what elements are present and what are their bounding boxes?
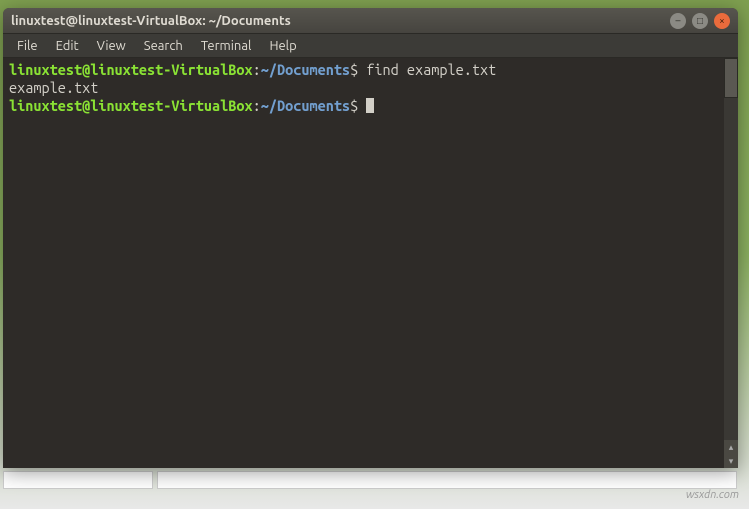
- window-title: linuxtest@linuxtest-VirtualBox: ~/Docume…: [11, 14, 670, 28]
- scrollbar-track[interactable]: [724, 98, 738, 440]
- menu-help[interactable]: Help: [261, 37, 304, 55]
- menu-search[interactable]: Search: [136, 37, 191, 55]
- watermark: wsxdn.com: [686, 489, 739, 501]
- menu-file[interactable]: File: [9, 37, 46, 55]
- minimize-button[interactable]: –: [670, 13, 686, 29]
- menu-view[interactable]: View: [89, 37, 134, 55]
- terminal-area[interactable]: linuxtest@linuxtest-VirtualBox:~/Documen…: [3, 58, 724, 468]
- prompt-colon: :: [253, 97, 261, 114]
- menubar: File Edit View Search Terminal Help: [3, 34, 738, 58]
- menu-terminal[interactable]: Terminal: [193, 37, 260, 55]
- terminal-container: linuxtest@linuxtest-VirtualBox:~/Documen…: [3, 58, 738, 468]
- prompt-dollar: $: [350, 97, 358, 114]
- prompt-path: ~/Documents: [261, 97, 350, 114]
- prompt-userhost: linuxtest@linuxtest-VirtualBox: [9, 97, 253, 114]
- prompt-colon: :: [253, 61, 261, 78]
- cursor-block: [366, 98, 374, 113]
- panel-placeholder-left: [3, 471, 153, 489]
- prompt-path: ~/Documents: [261, 61, 350, 78]
- titlebar[interactable]: linuxtest@linuxtest-VirtualBox: ~/Docume…: [3, 8, 738, 34]
- menu-edit[interactable]: Edit: [48, 37, 87, 55]
- scroll-up-icon[interactable]: ▴: [724, 440, 738, 454]
- command-text: [358, 97, 366, 114]
- prompt-dollar: $: [350, 61, 358, 78]
- scroll-down-icon[interactable]: ▾: [724, 454, 738, 468]
- close-button[interactable]: ×: [714, 13, 730, 29]
- window-controls: – □ ×: [670, 13, 730, 29]
- scrollbar[interactable]: ▴ ▾: [724, 58, 738, 468]
- maximize-icon: □: [697, 16, 703, 26]
- scrollbar-thumb[interactable]: [724, 58, 738, 98]
- panel-placeholder-right: [157, 471, 737, 489]
- close-icon: ×: [719, 16, 725, 26]
- command-text: find example.txt: [358, 61, 496, 78]
- prompt-userhost: linuxtest@linuxtest-VirtualBox: [9, 61, 253, 78]
- terminal-window: linuxtest@linuxtest-VirtualBox: ~/Docume…: [3, 8, 738, 468]
- maximize-button[interactable]: □: [692, 13, 708, 29]
- output-line: example.txt: [9, 79, 98, 96]
- minimize-icon: –: [676, 16, 681, 26]
